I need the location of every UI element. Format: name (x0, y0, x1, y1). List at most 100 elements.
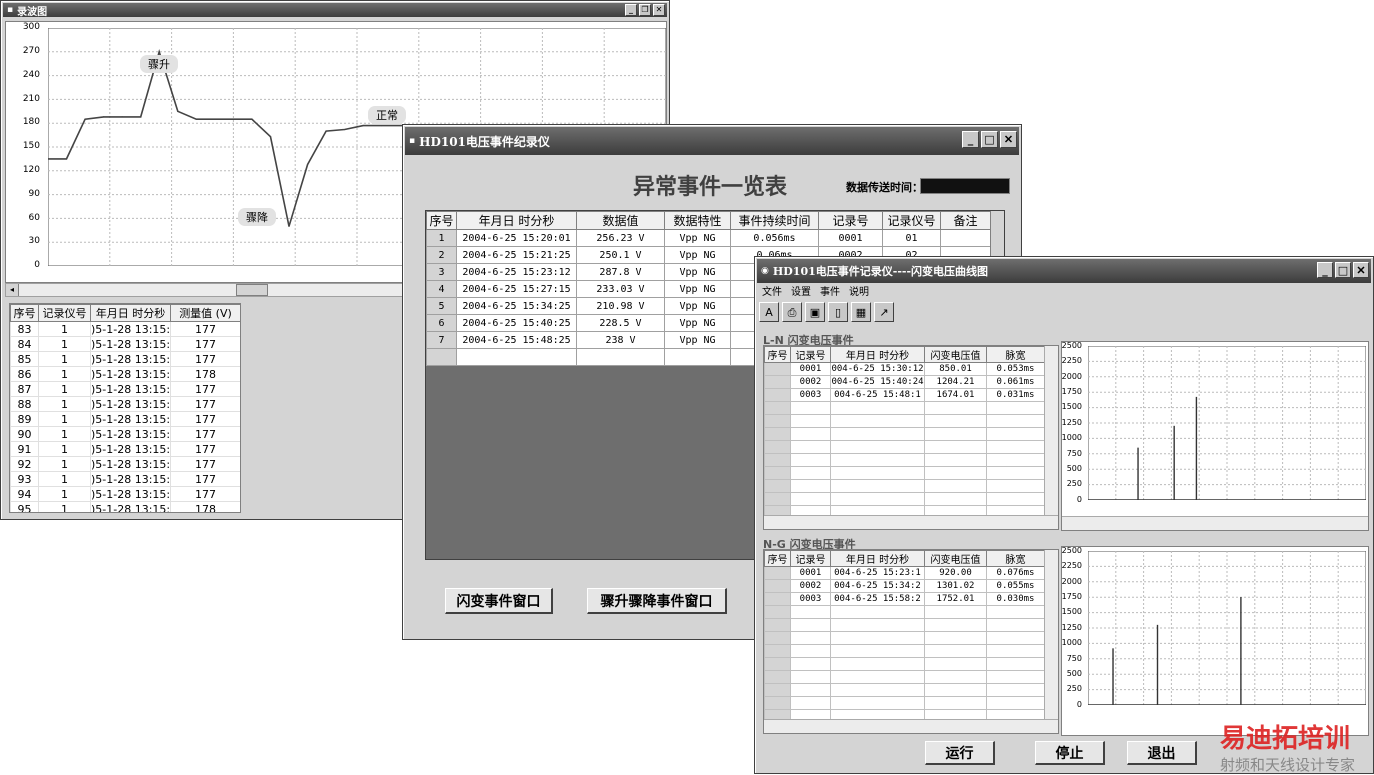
table-row[interactable]: 0001 004-6-25 15:23:1 920.00 0.076ms (764, 566, 1045, 580)
table-row[interactable] (764, 492, 1045, 506)
column-header[interactable]: 记录仪号 (882, 211, 941, 230)
column-header[interactable]: 记录号 (818, 211, 883, 230)
close-icon[interactable]: ✕ (1353, 262, 1369, 278)
table-row[interactable]: 89 1)5-1-28 13:15: 177 (10, 411, 240, 427)
column-header[interactable]: 闪变电压值 (924, 550, 987, 567)
run-button[interactable]: 运行 (925, 741, 995, 765)
table-row[interactable] (764, 657, 1045, 671)
surge-drop-event-window-button[interactable]: 骤升骤降事件窗口 (587, 588, 727, 614)
stop-button[interactable]: 停止 (1035, 741, 1105, 765)
table-cell (764, 362, 791, 376)
close-icon[interactable]: ✕ (653, 4, 665, 16)
scroll-left-icon[interactable]: ◂ (6, 284, 19, 296)
chart-view-icon[interactable]: ▦ (851, 302, 871, 322)
maximize-icon[interactable]: □ (981, 131, 998, 148)
table-row[interactable] (764, 427, 1045, 441)
table-row[interactable] (764, 466, 1045, 480)
table-row[interactable]: 0001 004-6-25 15:30:12 850.01 0.053ms (764, 362, 1045, 376)
column-header[interactable]: 年月日 时分秒 (830, 346, 925, 363)
column-header[interactable]: 年月日 时分秒 (90, 304, 171, 322)
table-row[interactable]: 95 1)5-1-28 13:15: 178 (10, 501, 240, 512)
column-header[interactable]: 测量值 (V) (170, 304, 240, 322)
table-row[interactable] (764, 440, 1045, 454)
print-icon[interactable]: ⎙ (782, 302, 802, 322)
menu-settings[interactable]: 设置 (791, 283, 811, 299)
table-row[interactable]: 0003 004-6-25 15:48:1 1674.01 0.031ms (764, 388, 1045, 402)
flicker-window-titlebar[interactable]: ◉ HD101电压事件记录仪----闪变电压曲线图 _ □ ✕ (757, 259, 1371, 283)
table-row[interactable]: 85 1)5-1-28 13:15: 177 (10, 351, 240, 367)
table-row[interactable]: 88 1)5-1-28 13:15: 177 (10, 396, 240, 412)
column-header[interactable]: 脉宽 (986, 550, 1045, 567)
table-row[interactable]: 84 1)5-1-28 13:15: 177 (10, 336, 240, 352)
column-header[interactable]: 年月日 时分秒 (456, 211, 577, 230)
flicker-event-window-button[interactable]: 闪变事件窗口 (445, 588, 553, 614)
table-row[interactable]: 0002 004-6-25 15:40:24 1204.21 0.061ms (764, 375, 1045, 389)
minimize-icon[interactable]: _ (625, 4, 637, 16)
maximize-icon[interactable]: □ (1335, 262, 1351, 278)
table-row[interactable] (764, 644, 1045, 658)
column-header[interactable]: 脉宽 (986, 346, 1045, 363)
column-header[interactable]: 序号 (764, 550, 791, 567)
menu-file[interactable]: 文件 (762, 283, 782, 299)
column-header[interactable]: 记录仪号 (38, 304, 91, 322)
table-cell (830, 670, 925, 684)
table-row[interactable]: 86 1)5-1-28 13:15: 178 (10, 366, 240, 382)
column-header[interactable]: 备注 (940, 211, 991, 230)
column-header[interactable]: 序号 (10, 304, 39, 322)
line-chart-icon[interactable]: ↗ (874, 302, 894, 322)
table-row[interactable] (764, 670, 1045, 684)
table-row[interactable]: 93 1)5-1-28 13:15: 177 (10, 471, 240, 487)
event-window-titlebar[interactable]: ▪ HD101电压事件纪录仪 _ □ ✕ (405, 127, 1019, 155)
y-tick-label: 180 (22, 117, 40, 128)
table-row[interactable]: 1 2004-6-25 15:20:01 256.23 V Vpp NG 0.056ms… (426, 229, 991, 247)
page-icon[interactable]: ▯ (828, 302, 848, 322)
restore-icon[interactable]: ❐ (639, 4, 651, 16)
table-row[interactable] (764, 618, 1045, 632)
minimize-icon[interactable]: _ (1317, 262, 1333, 278)
scroll-thumb[interactable] (236, 284, 268, 296)
menu-events[interactable]: 事件 (820, 283, 840, 299)
wave-window-titlebar[interactable]: ▪ 录波图 _ ❐ ✕ (3, 3, 667, 17)
text-tool-icon[interactable]: A (759, 302, 779, 322)
table-row[interactable] (764, 401, 1045, 415)
table-cell: 91 (10, 441, 39, 457)
close-icon[interactable]: ✕ (1000, 131, 1017, 148)
save-icon[interactable]: ▣ (805, 302, 825, 322)
table-row[interactable] (764, 605, 1045, 619)
table-row[interactable] (764, 631, 1045, 645)
table-row[interactable] (764, 479, 1045, 493)
table-row[interactable]: 92 1)5-1-28 13:15: 177 (10, 456, 240, 472)
exit-button[interactable]: 退出 (1127, 741, 1197, 765)
column-header[interactable]: 序号 (764, 346, 791, 363)
table-row[interactable] (764, 683, 1045, 697)
y-tick-label: 2250 (1061, 356, 1082, 366)
table-row[interactable]: 0003 004-6-25 15:58:2 1752.01 0.030ms (764, 592, 1045, 606)
y-tick-label: 150 (22, 141, 40, 152)
table-row[interactable]: 91 1)5-1-28 13:15: 177 (10, 441, 240, 457)
table-row[interactable]: 87 1)5-1-28 13:15: 177 (10, 381, 240, 397)
table-row[interactable]: 0002 004-6-25 15:34:2 1301.02 0.055ms (764, 579, 1045, 593)
table-row[interactable] (764, 453, 1045, 467)
ng-v-scrollbar[interactable] (1044, 550, 1058, 720)
ln-chart-scrollbar[interactable] (1062, 516, 1368, 530)
column-header[interactable]: 序号 (426, 211, 457, 230)
table-cell: 3 (426, 263, 457, 281)
table-cell: 1204.21 (924, 375, 987, 389)
table-row[interactable]: 90 1)5-1-28 13:15: 177 (10, 426, 240, 442)
column-header[interactable]: 年月日 时分秒 (830, 550, 925, 567)
column-header[interactable]: 记录号 (790, 550, 831, 567)
table-row[interactable] (764, 414, 1045, 428)
ln-h-scrollbar[interactable] (764, 515, 1058, 529)
table-row[interactable]: 94 1)5-1-28 13:15: 177 (10, 486, 240, 502)
minimize-icon[interactable]: _ (962, 131, 979, 148)
table-row[interactable]: 83 1)5-1-28 13:15: 177 (10, 321, 240, 337)
menu-help[interactable]: 说明 (849, 283, 869, 299)
table-row[interactable] (764, 696, 1045, 710)
column-header[interactable]: 数据值 (576, 211, 665, 230)
ln-v-scrollbar[interactable] (1044, 346, 1058, 516)
column-header[interactable]: 数据特性 (664, 211, 731, 230)
column-header[interactable]: 记录号 (790, 346, 831, 363)
column-header[interactable]: 闪变电压值 (924, 346, 987, 363)
column-header[interactable]: 事件持续时间 (730, 211, 819, 230)
ng-h-scrollbar[interactable] (764, 719, 1058, 733)
